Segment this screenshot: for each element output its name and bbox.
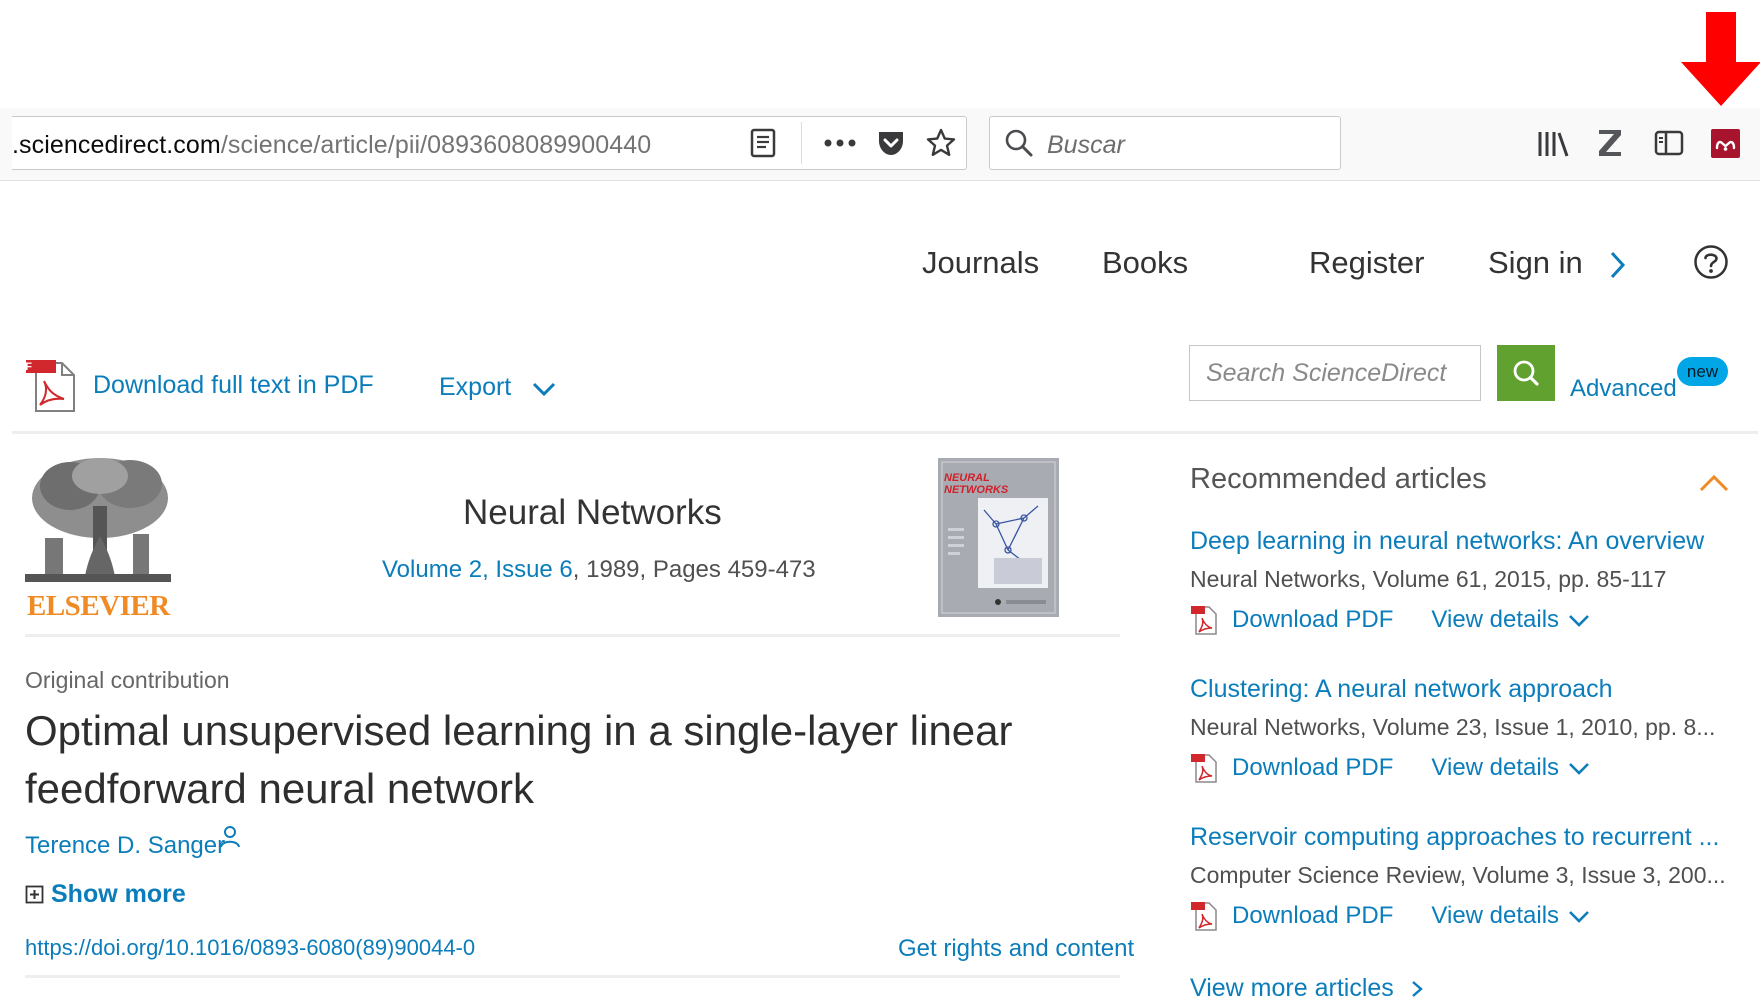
article-type: Original contribution — [25, 667, 230, 693]
view-details-label: View details — [1431, 902, 1560, 929]
recommended-article-title[interactable]: Reservoir computing approaches to recurr… — [1190, 823, 1719, 852]
show-more-toggle[interactable]: Show more — [25, 880, 186, 909]
collapse-chevron-up-icon[interactable] — [1698, 472, 1730, 494]
search-icon — [1513, 360, 1539, 386]
elsevier-wordmark: ELSEVIER — [27, 590, 170, 622]
zotero-icon[interactable] — [1595, 126, 1625, 160]
get-rights-link[interactable]: Get rights and content — [898, 935, 1134, 963]
chevron-down-icon — [1569, 763, 1589, 775]
download-pdf-link[interactable]: Download PDF — [1232, 902, 1393, 930]
view-details-toggle[interactable]: View details — [1431, 754, 1591, 782]
export-chevron-down-icon[interactable] — [531, 380, 557, 398]
article-title: Optimal unsupervised learning in a singl… — [25, 707, 1013, 812]
view-more-articles-link[interactable]: View more articles — [1190, 974, 1426, 1003]
recommended-heading: Recommended articles — [1190, 463, 1487, 495]
mendeley-extension-icon[interactable] — [1711, 129, 1740, 158]
more-actions-icon[interactable] — [823, 130, 857, 156]
download-full-text-link[interactable]: Download full text in PDF — [93, 371, 374, 400]
journal-title-link[interactable]: Neural Networks — [463, 493, 722, 533]
volume-issue-link[interactable]: Volume 2, Issue 6 — [382, 556, 573, 583]
advanced-search-link[interactable]: Advanced — [1570, 375, 1677, 403]
search-icon — [1003, 127, 1035, 159]
nav-sign-in[interactable]: Sign in — [1488, 245, 1583, 281]
chevron-down-icon — [1569, 615, 1589, 627]
header-divider — [12, 431, 1758, 434]
recommended-article-title[interactable]: Clustering: A neural network approach — [1190, 675, 1612, 704]
download-pdf-link[interactable]: Download PDF — [1232, 754, 1393, 782]
author-link[interactable]: Terence D. Sanger — [25, 832, 225, 859]
volume-issue-line: Volume 2, Issue 6, 1989, Pages 459-473 — [382, 556, 816, 584]
sciencedirect-search-placeholder: Search ScienceDirect — [1206, 359, 1447, 387]
view-details-label: View details — [1431, 606, 1560, 633]
chevron-right-icon — [1411, 980, 1423, 997]
sciencedirect-search-button[interactable] — [1497, 345, 1555, 401]
pdf-file-icon[interactable] — [1190, 604, 1218, 636]
download-pdf-link[interactable]: Download PDF — [1232, 606, 1393, 634]
doi-link[interactable]: https://doi.org/10.1016/0893-6080(89)900… — [25, 935, 475, 961]
view-more-label: View more articles — [1190, 974, 1394, 1002]
expand-plus-icon — [25, 885, 44, 903]
year-pages: , 1989, Pages 459-473 — [572, 556, 816, 583]
pdf-icon-label: PDF — [10, 361, 32, 373]
reader-view-icon[interactable] — [748, 127, 778, 159]
chevron-down-icon — [1569, 911, 1589, 923]
pocket-icon[interactable] — [875, 128, 907, 158]
urlbar-separator — [801, 122, 802, 164]
view-details-toggle[interactable]: View details — [1431, 606, 1591, 634]
nav-journals[interactable]: Journals — [922, 245, 1039, 281]
author-line: Terence D. Sanger — [25, 832, 225, 860]
journal-cover-image[interactable]: NEURAL NETWORKS — [938, 458, 1059, 617]
help-circle-icon[interactable] — [1693, 244, 1729, 280]
pdf-file-icon[interactable] — [1190, 900, 1218, 932]
recommended-article-actions: Download PDF View details — [1190, 750, 1591, 786]
recommended-article-source: Neural Networks, Volume 61, 2015, pp. 85… — [1190, 566, 1667, 592]
new-badge: new — [1677, 357, 1728, 386]
show-more-label: Show more — [51, 880, 186, 908]
bookmark-star-icon[interactable] — [924, 126, 958, 160]
sign-in-chevron-icon[interactable] — [1608, 249, 1628, 281]
export-button[interactable]: Export — [439, 373, 511, 402]
browser-search-placeholder: Buscar — [1047, 131, 1125, 159]
recommended-article-source: Neural Networks, Volume 23, Issue 1, 201… — [1190, 714, 1716, 740]
nav-books[interactable]: Books — [1102, 245, 1188, 281]
view-details-label: View details — [1431, 754, 1560, 781]
recommended-article-title[interactable]: Deep learning in neural networks: An ove… — [1190, 527, 1704, 556]
recommended-article-actions: Download PDF View details — [1190, 602, 1591, 638]
library-icon[interactable] — [1536, 128, 1570, 160]
pdf-file-icon[interactable] — [1190, 752, 1218, 784]
url-text[interactable]: .sciencedirect.com/science/article/pii/0… — [12, 131, 651, 160]
view-details-toggle[interactable]: View details — [1431, 902, 1591, 930]
recommended-article-actions: Download PDF View details — [1190, 898, 1591, 934]
annotation-arrow — [1681, 12, 1760, 106]
browser-search-bar[interactable] — [989, 116, 1341, 170]
url-path: /science/article/pii/0893608089900440 — [220, 131, 652, 159]
elsevier-tree-logo — [25, 456, 171, 588]
nav-register[interactable]: Register — [1309, 245, 1424, 281]
author-person-icon[interactable] — [219, 825, 241, 849]
sidebar-icon[interactable] — [1652, 128, 1686, 158]
recommended-article-source: Computer Science Review, Volume 3, Issue… — [1190, 862, 1726, 888]
article-header-divider — [25, 634, 1120, 637]
article-info-divider — [25, 975, 1120, 978]
url-domain: .sciencedirect.com — [12, 131, 221, 159]
